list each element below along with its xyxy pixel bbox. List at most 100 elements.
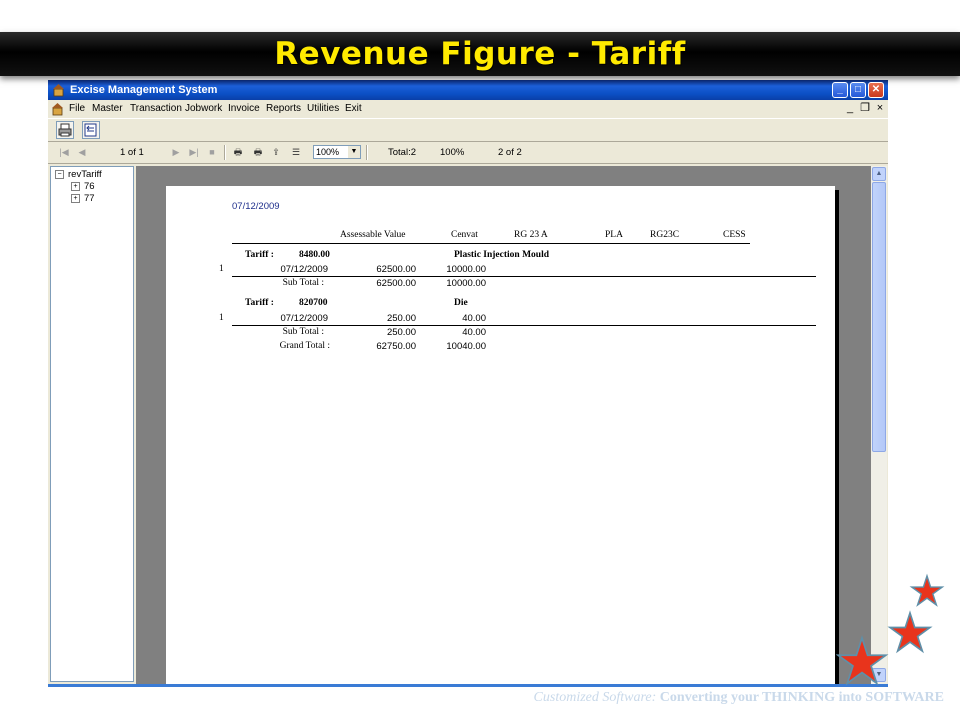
app-icon bbox=[53, 84, 64, 97]
menu-invoice[interactable]: Invoice bbox=[228, 103, 260, 114]
footer-text: Converting your THINKING into SOFTWARE bbox=[656, 690, 944, 705]
total-records: Total:2 bbox=[388, 147, 416, 158]
grand-total-cenvat: 10040.00 bbox=[446, 341, 486, 352]
tree-item[interactable]: +77 bbox=[71, 193, 95, 205]
tariff-label: Tariff : bbox=[245, 250, 274, 260]
row-date: 07/12/2009 bbox=[280, 313, 328, 324]
print-setup-icon[interactable]: 🖶 bbox=[252, 146, 264, 158]
row-date: 07/12/2009 bbox=[280, 264, 328, 275]
mdi-restore-button[interactable]: ❐ bbox=[859, 102, 871, 115]
menu-exit[interactable]: Exit bbox=[345, 103, 362, 114]
expand-icon[interactable]: + bbox=[71, 181, 80, 191]
header-rg23c: RG23C bbox=[650, 230, 680, 240]
star-decoration bbox=[836, 573, 945, 686]
tariff-label: Tariff : bbox=[245, 298, 274, 308]
last-page-icon[interactable]: ▶| bbox=[188, 146, 200, 158]
collapse-icon[interactable]: − bbox=[55, 169, 64, 179]
printer-icon bbox=[58, 123, 72, 137]
tariff-description: Die bbox=[454, 298, 468, 308]
row-rule bbox=[232, 276, 816, 277]
subtotal-value: 62500.00 bbox=[376, 278, 416, 289]
group-tree-icon[interactable]: ☰ bbox=[290, 146, 302, 158]
tariff-description: Plastic Injection Mould bbox=[454, 250, 549, 260]
app-window: Excise Management System _ □ ✕ File Mast… bbox=[48, 80, 888, 684]
window-titlebar[interactable]: Excise Management System _ □ ✕ bbox=[48, 80, 888, 100]
zoom-percent: 100% bbox=[440, 147, 465, 158]
menu-jobwork[interactable]: Jobwork bbox=[185, 103, 222, 114]
previous-page-icon[interactable]: ◀ bbox=[76, 146, 88, 158]
scroll-up-icon[interactable]: ▲ bbox=[872, 167, 886, 181]
header-cess: CESS bbox=[723, 230, 746, 240]
main-toolbar bbox=[48, 118, 888, 142]
tree-root[interactable]: − revTariff bbox=[55, 169, 102, 181]
slide-title: Revenue Figure - Tariff bbox=[274, 36, 686, 72]
star-icon bbox=[887, 610, 933, 654]
report-date: 07/12/2009 bbox=[232, 201, 280, 212]
viewer-toolbar: |◀ ◀ 1 of 1 ▶ ▶| ■ 🖶 🖶 ⇪ ☰ 100% ▼ Total:… bbox=[48, 142, 888, 164]
menu-master[interactable]: Master bbox=[92, 103, 123, 114]
star-icon bbox=[909, 573, 945, 607]
subtotal-label: Sub Total : bbox=[282, 278, 324, 288]
header-cenvat: Cenvat bbox=[451, 230, 478, 240]
toolbar-separator bbox=[366, 145, 368, 160]
export-button[interactable] bbox=[82, 121, 100, 139]
first-page-icon[interactable]: |◀ bbox=[58, 146, 70, 158]
tree-root-label: revTariff bbox=[68, 169, 102, 180]
row-assessable-value: 62500.00 bbox=[376, 264, 416, 275]
print-report-icon[interactable]: 🖶 bbox=[232, 146, 244, 158]
menu-reports[interactable]: Reports bbox=[266, 103, 301, 114]
subtotal-label: Sub Total : bbox=[282, 327, 324, 337]
subtotal-cenvat: 40.00 bbox=[462, 327, 486, 338]
grand-total-label: Grand Total : bbox=[279, 341, 330, 351]
tariff-code: 820700 bbox=[299, 298, 328, 308]
menu-file[interactable]: File bbox=[69, 103, 85, 114]
footer-divider bbox=[48, 684, 888, 687]
toolbar-separator bbox=[224, 145, 226, 160]
window-maximize-button[interactable]: □ bbox=[850, 82, 866, 98]
mdi-close-button[interactable]: × bbox=[874, 102, 886, 115]
record-position: 2 of 2 bbox=[498, 147, 522, 158]
tree-item[interactable]: +76 bbox=[71, 181, 95, 193]
print-button[interactable] bbox=[56, 121, 74, 139]
row-number: 1 bbox=[219, 264, 224, 274]
report-preview-area[interactable]: 07/12/2009 Assessable Value Cenvat RG 23… bbox=[136, 166, 871, 684]
scrollbar-thumb[interactable] bbox=[872, 182, 886, 452]
group-tree: − revTariff +76 +77 bbox=[50, 166, 134, 682]
grand-total-value: 62750.00 bbox=[376, 341, 416, 352]
row-assessable-value: 250.00 bbox=[386, 313, 416, 324]
header-pla: PLA bbox=[605, 230, 623, 240]
star-icon bbox=[836, 635, 889, 686]
tree-item-label: 77 bbox=[84, 193, 95, 204]
export-icon bbox=[84, 123, 97, 137]
expand-icon[interactable]: + bbox=[71, 193, 80, 203]
dropdown-arrow-icon[interactable]: ▼ bbox=[348, 146, 360, 158]
row-cenvat: 40.00 bbox=[462, 313, 486, 324]
header-rule bbox=[232, 243, 750, 244]
window-title: Excise Management System bbox=[70, 84, 218, 96]
document-icon bbox=[52, 103, 63, 116]
next-page-icon[interactable]: ▶ bbox=[170, 146, 182, 158]
title-banner: Revenue Figure - Tariff bbox=[0, 32, 960, 76]
subtotal-value: 250.00 bbox=[386, 327, 416, 338]
header-rg23a: RG 23 A bbox=[514, 230, 548, 240]
header-assessable-value: Assessable Value bbox=[340, 230, 406, 240]
row-number: 1 bbox=[219, 313, 224, 323]
window-minimize-button[interactable]: _ bbox=[832, 82, 848, 98]
menu-utilities[interactable]: Utilities bbox=[307, 103, 339, 114]
subtotal-cenvat: 10000.00 bbox=[446, 278, 486, 289]
mdi-minimize-button[interactable]: _ bbox=[844, 102, 856, 115]
window-close-button[interactable]: ✕ bbox=[868, 82, 884, 98]
zoom-value: 100% bbox=[316, 147, 340, 157]
row-rule bbox=[232, 325, 816, 326]
page-indicator: 1 of 1 bbox=[120, 147, 144, 158]
footer-italic: Customized Software: bbox=[533, 690, 657, 705]
menu-bar: File Master Transaction Jobwork Invoice … bbox=[48, 100, 888, 118]
export-report-icon[interactable]: ⇪ bbox=[270, 146, 282, 158]
menu-transaction[interactable]: Transaction bbox=[130, 103, 182, 114]
tree-item-label: 76 bbox=[84, 181, 95, 192]
tariff-code: 8480.00 bbox=[299, 250, 330, 260]
footer-tagline: Customized Software: Converting your THI… bbox=[534, 690, 944, 706]
row-cenvat: 10000.00 bbox=[446, 264, 486, 275]
stop-icon[interactable]: ■ bbox=[206, 146, 218, 158]
zoom-select[interactable]: 100% ▼ bbox=[313, 145, 361, 159]
